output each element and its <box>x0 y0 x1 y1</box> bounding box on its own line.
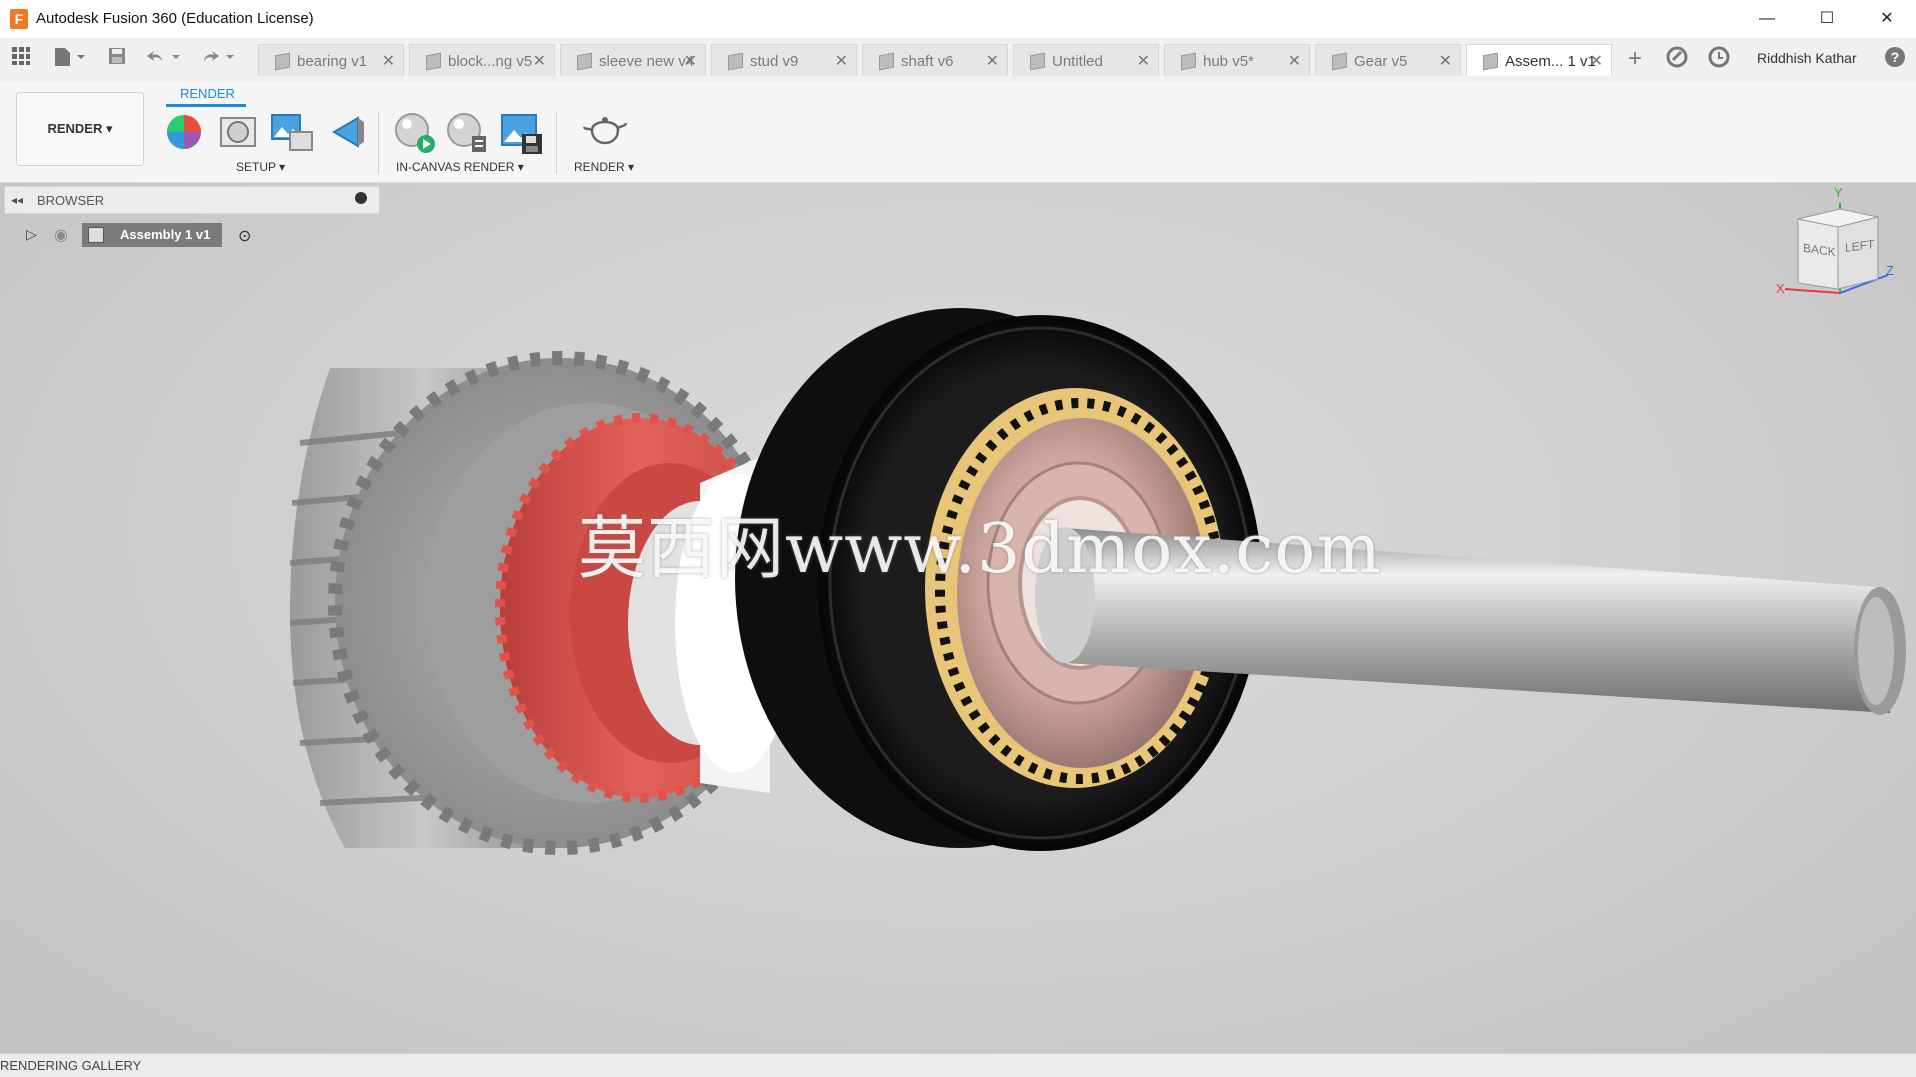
tab-close-icon[interactable]: ✕ <box>1439 51 1452 71</box>
assembly-label: Assembly 1 v1 <box>120 227 211 242</box>
minimize-button[interactable]: — <box>1744 4 1790 34</box>
tab-label: shaft v6 <box>901 53 954 70</box>
tab-label: sleeve new v4 <box>599 53 695 70</box>
browser-panel-header: ◂◂ BROWSER <box>4 186 380 214</box>
tab-label: Gear v5 <box>1354 53 1408 70</box>
render-group-label[interactable]: RENDER ▾ <box>574 160 634 174</box>
component-icon <box>1332 52 1347 71</box>
tab-label: bearing v1 <box>297 53 368 70</box>
assembly-item[interactable]: Assembly 1 v1 <box>82 223 222 247</box>
title-bar: F Autodesk Fusion 360 (Education License… <box>0 0 1916 39</box>
fusion-logo-icon: F <box>10 9 28 29</box>
tab-bearing[interactable]: bearing v1 ✕ <box>258 44 404 76</box>
tab-close-icon[interactable]: ✕ <box>986 51 999 71</box>
texture-map-icon[interactable] <box>328 112 368 152</box>
component-icon <box>1181 52 1196 71</box>
file-menu-icon[interactable] <box>48 46 88 72</box>
new-tab-icon[interactable]: + <box>1622 46 1648 72</box>
user-account-menu[interactable]: Riddhish Kathar <box>1757 50 1857 66</box>
save-icon[interactable] <box>104 46 130 72</box>
redo-icon[interactable] <box>198 46 238 72</box>
render-teapot-icon[interactable] <box>582 112 628 152</box>
component-icon <box>879 52 894 71</box>
maximize-button[interactable]: ☐ <box>1804 4 1850 34</box>
3d-viewport[interactable]: BACK LEFT X Y Z 莫西网www.3dmox.com <box>0 183 1916 1053</box>
window-title: Autodesk Fusion 360 (Education License) <box>36 10 314 27</box>
tab-stud[interactable]: stud v9 ✕ <box>711 44 857 76</box>
component-icon <box>728 52 743 71</box>
tab-label: hub v5* <box>1203 53 1254 70</box>
document-tab-bar: bearing v1 ✕ block...ng v5 ✕ sleeve new … <box>0 38 1916 83</box>
visibility-eye-icon[interactable]: ◉ <box>54 225 68 245</box>
workspace-switcher-button[interactable]: RENDER ▾ <box>16 92 144 166</box>
component-icon <box>88 227 104 243</box>
rendering-gallery-bar[interactable]: RENDERING GALLERY <box>0 1053 1916 1077</box>
browser-pin-icon[interactable] <box>355 192 367 204</box>
toolbar-separator <box>378 112 379 174</box>
close-window-button[interactable]: ✕ <box>1864 4 1910 34</box>
axis-y-label: Y <box>1834 185 1843 200</box>
in-canvas-render-icon[interactable] <box>394 112 435 153</box>
axis-x-label: X <box>1776 281 1785 296</box>
collapse-panel-icon[interactable]: ◂◂ <box>11 193 23 207</box>
undo-icon[interactable] <box>144 46 184 72</box>
tab-label: block...ng v5 <box>448 53 533 70</box>
tab-close-icon[interactable]: ✕ <box>1288 51 1301 71</box>
component-icon <box>1483 52 1498 71</box>
in-canvas-settings-icon[interactable] <box>446 112 486 152</box>
tab-label: Assem... 1 v1 <box>1505 53 1596 70</box>
tab-hub[interactable]: hub v5* ✕ <box>1164 44 1310 76</box>
tab-close-icon[interactable]: ✕ <box>1137 51 1150 71</box>
browser-item-assembly[interactable]: ▷ ◉ Assembly 1 v1 ⊙ <box>20 222 270 248</box>
toolbar-separator <box>556 112 557 174</box>
decal-icon[interactable] <box>270 112 313 152</box>
activate-radio-icon[interactable]: ⊙ <box>238 226 251 246</box>
rendering-gallery-label[interactable]: RENDERING GALLERY <box>0 1058 141 1073</box>
tab-render[interactable]: RENDER <box>180 86 235 101</box>
tab-gear[interactable]: Gear v5 ✕ <box>1315 44 1461 76</box>
clock-icon[interactable] <box>1706 46 1732 72</box>
tab-close-icon[interactable]: ✕ <box>533 51 546 71</box>
component-icon <box>577 52 592 71</box>
in-canvas-render-group-label[interactable]: IN-CANVAS RENDER ▾ <box>396 160 524 174</box>
tab-label: Untitled <box>1052 53 1103 70</box>
capture-image-icon[interactable] <box>500 112 542 154</box>
expand-arrow-icon[interactable]: ▷ <box>26 226 37 243</box>
scene-settings-icon[interactable] <box>218 112 258 152</box>
ribbon-toolbar: RENDER ▾ RENDER SETUP ▾ IN-CANVAS RENDER… <box>0 82 1916 183</box>
tab-untitled[interactable]: Untitled ✕ <box>1013 44 1159 76</box>
job-status-icon[interactable] <box>1664 46 1690 72</box>
tab-close-icon[interactable]: ✕ <box>1590 51 1603 71</box>
svg-text:?: ? <box>1891 49 1900 65</box>
tab-close-icon[interactable]: ✕ <box>382 51 395 71</box>
tab-assembly[interactable]: Assem... 1 v1 ✕ <box>1466 44 1612 76</box>
tab-shaft[interactable]: shaft v6 ✕ <box>862 44 1008 76</box>
tab-blocking[interactable]: block...ng v5 ✕ <box>409 44 555 76</box>
component-icon <box>275 52 290 71</box>
component-icon <box>1030 52 1045 71</box>
appearance-icon[interactable] <box>164 112 204 152</box>
help-icon[interactable]: ? <box>1882 46 1908 72</box>
active-tab-indicator <box>166 104 246 107</box>
app-grid-icon[interactable] <box>8 46 34 72</box>
axis-z-label: Z <box>1886 263 1894 278</box>
setup-group-label[interactable]: SETUP ▾ <box>236 160 285 174</box>
tab-close-icon[interactable]: ✕ <box>684 51 697 71</box>
component-icon <box>426 52 441 71</box>
browser-title: BROWSER <box>37 193 105 208</box>
watermark-text: 莫西网www.3dmox.com <box>578 510 1382 589</box>
tab-close-icon[interactable]: ✕ <box>835 51 848 71</box>
tab-sleeve[interactable]: sleeve new v4 ✕ <box>560 44 706 76</box>
tab-label: stud v9 <box>750 53 799 70</box>
assembly-render[interactable] <box>0 183 1916 1053</box>
